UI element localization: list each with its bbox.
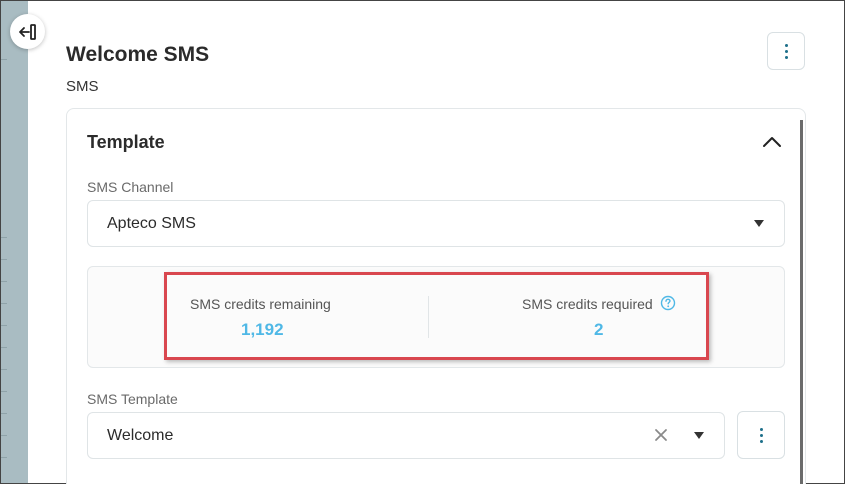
caret-down-icon [754,220,764,227]
sms-channel-value: Apteco SMS [107,215,196,232]
left-sidebar-strip [1,1,28,483]
section-title-template: Template [87,132,165,152]
vertical-dots-icon [784,43,788,59]
caret-down-icon [694,432,704,439]
sms-template-label: SMS Template [87,391,178,407]
section-toggle-button[interactable] [760,132,784,150]
panel-scrollbar[interactable] [800,120,803,484]
chevron-up-icon [763,137,781,147]
close-x-icon [655,429,667,441]
sms-template-value: Welcome [107,427,174,444]
collapse-sidebar-button[interactable] [10,14,45,49]
vertical-dots-icon [759,427,763,443]
clear-template-button[interactable] [653,427,669,443]
sms-channel-select[interactable]: Apteco SMS [87,200,785,247]
page-menu-button[interactable] [767,32,805,70]
arrow-left-bar-icon [18,23,36,40]
sms-template-select[interactable]: Welcome [87,412,725,459]
page-subtitle: SMS [66,78,99,95]
page-title: Welcome SMS [66,43,210,66]
sms-channel-label: SMS Channel [87,179,174,195]
highlight-annotation [164,272,709,360]
template-menu-button[interactable] [737,411,785,459]
